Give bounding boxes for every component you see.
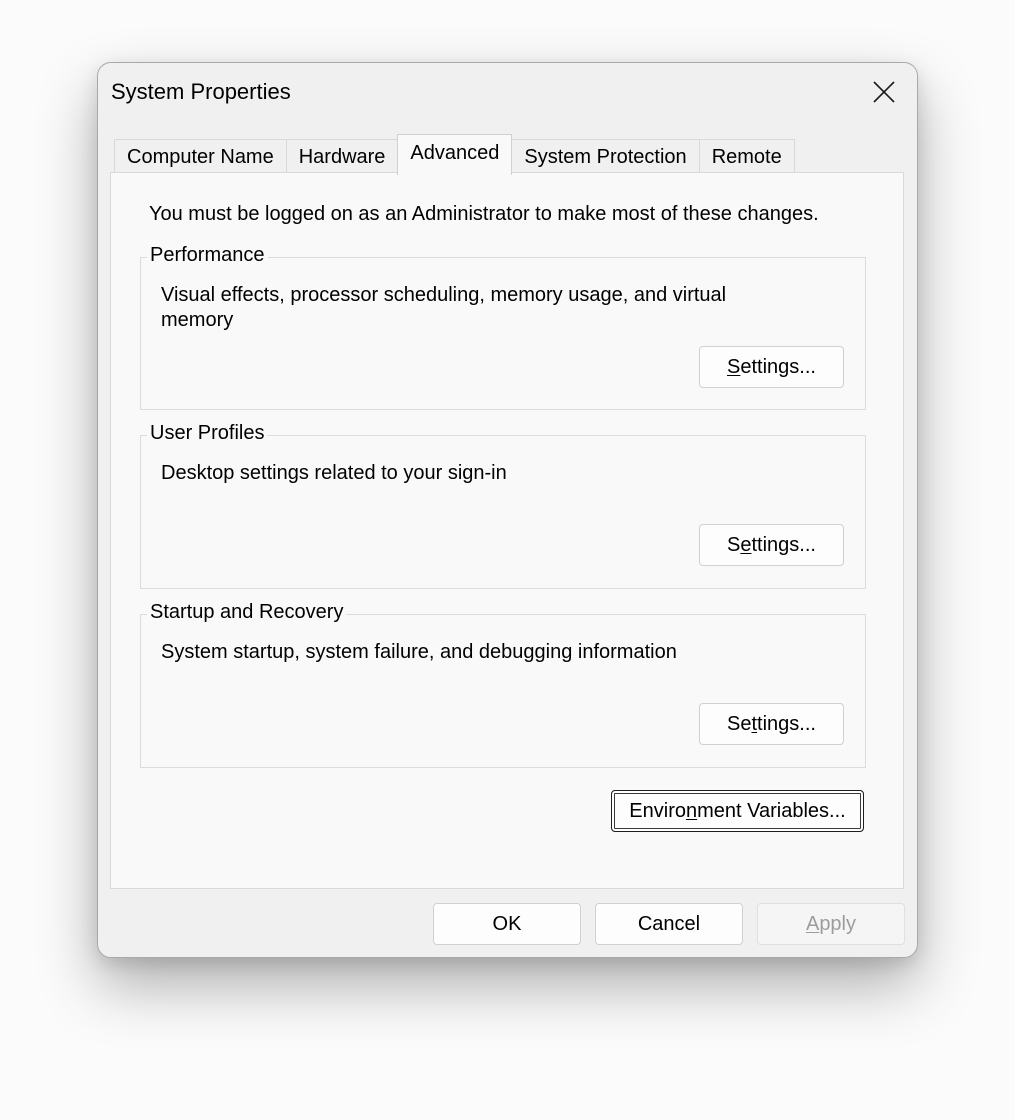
tab-computer-name[interactable]: Computer Name	[114, 139, 287, 174]
startup-recovery-description: System startup, system failure, and debu…	[161, 641, 677, 663]
close-button[interactable]	[859, 67, 909, 117]
tab-advanced[interactable]: Advanced	[397, 134, 513, 175]
window-title: System Properties	[111, 79, 291, 104]
apply-label: Apply	[805, 912, 857, 935]
startup-recovery-group: Startup and Recovery System startup, sys…	[140, 601, 866, 768]
tab-strip: Computer Name Hardware Advanced System P…	[114, 134, 795, 175]
user-profiles-description: Desktop settings related to your sign-in	[161, 462, 507, 484]
user-profiles-group: User Profiles Desktop settings related t…	[140, 422, 866, 589]
user-profiles-title: User Profiles	[147, 422, 268, 445]
tab-remote[interactable]: Remote	[698, 139, 795, 174]
user-profiles-settings-label: Settings...	[727, 533, 816, 556]
startup-recovery-settings-label: Settings...	[727, 712, 816, 735]
environment-variables-label: Environment Variables...	[629, 799, 846, 822]
system-properties-dialog: System Properties Computer Name Hardware…	[97, 62, 918, 958]
startup-recovery-settings-button[interactable]: Settings...	[699, 703, 844, 745]
cancel-button[interactable]: Cancel	[595, 903, 743, 945]
performance-settings-button[interactable]: Settings...	[699, 346, 844, 388]
admin-note: You must be logged on as an Administrato…	[149, 203, 819, 225]
environment-variables-button[interactable]: Environment Variables...	[611, 790, 864, 832]
user-profiles-settings-button[interactable]: Settings...	[699, 524, 844, 566]
startup-recovery-title: Startup and Recovery	[147, 601, 347, 624]
tab-system-protection[interactable]: System Protection	[511, 139, 700, 174]
ok-button[interactable]: OK	[433, 903, 581, 945]
performance-settings-label: Settings...	[727, 355, 816, 378]
advanced-tab-panel: You must be logged on as an Administrato…	[110, 172, 904, 889]
close-icon	[873, 81, 895, 103]
title-bar[interactable]: System Properties	[98, 63, 917, 121]
performance-title: Performance	[147, 244, 268, 267]
tab-hardware[interactable]: Hardware	[285, 139, 399, 174]
performance-group: Performance Visual effects, processor sc…	[140, 244, 866, 410]
apply-button[interactable]: Apply	[757, 903, 905, 945]
performance-description: Visual effects, processor scheduling, me…	[161, 284, 727, 331]
